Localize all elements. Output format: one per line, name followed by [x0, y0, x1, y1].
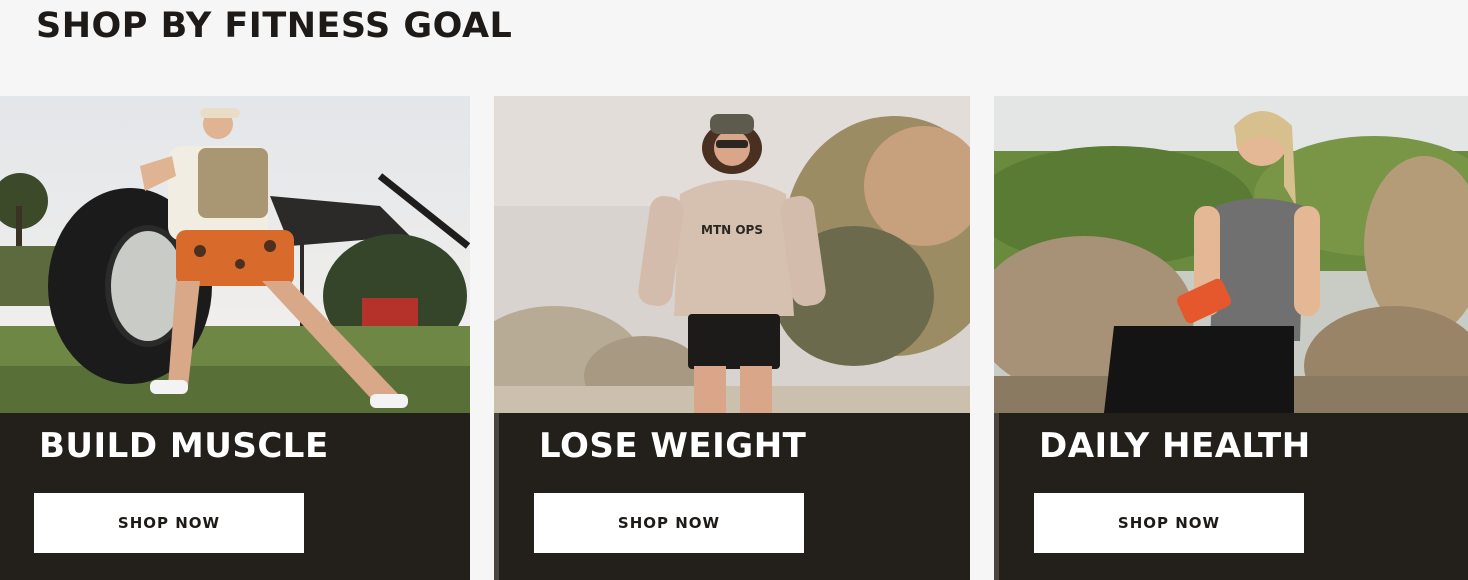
shop-now-button-daily-health[interactable]: SHOP NOW: [1034, 493, 1304, 553]
card-accent-strip: [494, 413, 499, 580]
card-title-lose-weight: LOSE WEIGHT: [539, 426, 807, 466]
card-title-daily-health: DAILY HEALTH: [1039, 426, 1311, 466]
goal-card-build-muscle[interactable]: BUILD MUSCLE SHOP NOW: [0, 96, 470, 580]
daily-health-image[interactable]: [994, 96, 1468, 413]
card-title-build-muscle: BUILD MUSCLE: [39, 426, 329, 466]
build-muscle-image[interactable]: [0, 96, 470, 413]
goal-card-lose-weight[interactable]: MTN OPS LOSE WEIGHT SHOP NOW: [494, 96, 970, 580]
shop-now-button-lose-weight[interactable]: SHOP NOW: [534, 493, 804, 553]
shirt-print: MTN OPS: [701, 223, 763, 237]
card-accent-strip: [994, 413, 999, 580]
shop-now-button-build-muscle[interactable]: SHOP NOW: [34, 493, 304, 553]
lose-weight-image[interactable]: MTN OPS: [494, 96, 970, 413]
goal-card-daily-health[interactable]: DAILY HEALTH SHOP NOW: [994, 96, 1468, 580]
section-title: SHOP BY FITNESS GOAL: [36, 6, 513, 46]
